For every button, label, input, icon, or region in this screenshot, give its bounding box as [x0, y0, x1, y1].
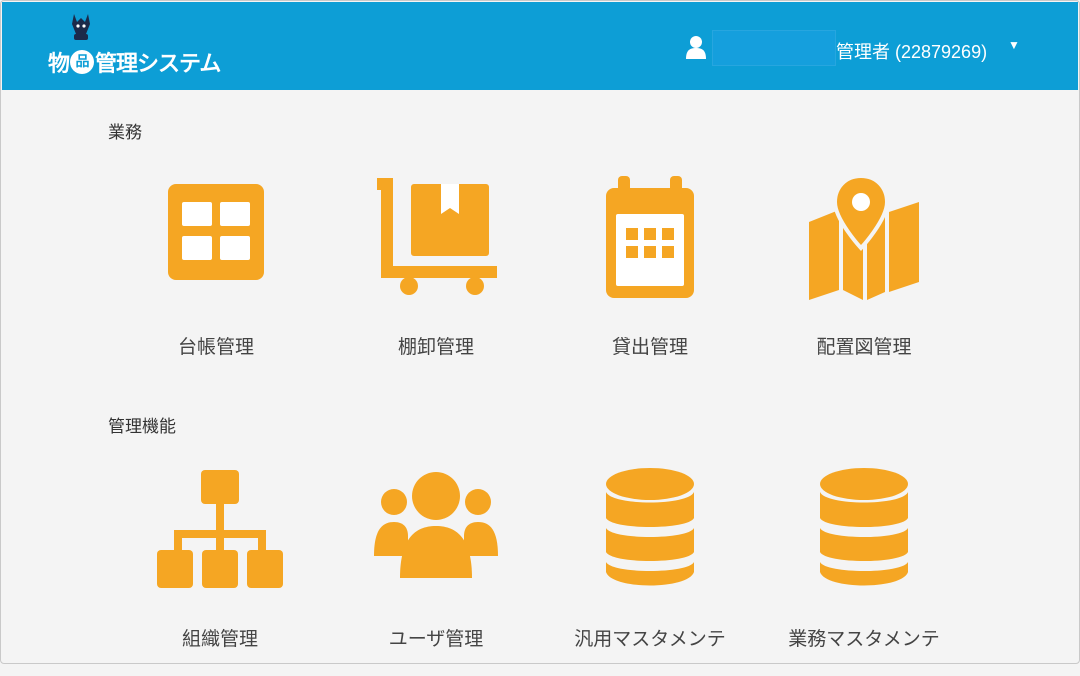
tile-label: 組織管理 [181, 628, 258, 650]
mascot-icon [72, 14, 90, 40]
tile-label: 業務マスタメンテ [788, 628, 940, 650]
user-role-label: 管理者 (22879269) [836, 42, 988, 62]
app-title-prefix: 物 [48, 52, 70, 77]
user-name-redacted [712, 30, 836, 66]
database-icon [606, 468, 694, 586]
user-icon [686, 36, 706, 59]
app-title-badge: 品 [70, 50, 95, 74]
users-group-icon [374, 472, 498, 578]
app-logo[interactable]: 物品管理システム [48, 12, 238, 82]
tile-general-master-maintenance[interactable]: 汎用マスタメンテ [550, 466, 750, 676]
section-title-business: 業務 [108, 123, 142, 143]
tile-label: 配置図管理 [816, 336, 912, 358]
tile-label: 汎用マスタメンテ [574, 628, 726, 650]
tile-user-management[interactable]: ユーザ管理 [336, 466, 536, 676]
database-icon [820, 468, 908, 586]
tile-label: 棚卸管理 [397, 336, 474, 358]
tile-lending-management[interactable]: 貸出管理 [550, 172, 750, 382]
hand-truck-box-icon [377, 178, 497, 295]
tile-ledger-management[interactable]: 台帳管理 [116, 172, 316, 382]
ledger-grid-icon [168, 184, 264, 280]
caret-down-icon: ▼ [1008, 38, 1020, 52]
top-header-bar: 物品管理システム 管理者 (22879269) ▼ [2, 2, 1078, 90]
user-menu-dropdown[interactable]: 管理者 (22879269) ▼ [686, 30, 1026, 66]
app-title: 物品管理システム [48, 46, 221, 78]
tile-business-master-maintenance[interactable]: 業務マスタメンテ [764, 466, 964, 676]
map-pin-icon [809, 173, 919, 300]
app-title-suffix: 管理システム [95, 52, 221, 77]
tile-inventory-management[interactable]: 棚卸管理 [336, 172, 536, 382]
section-title-admin: 管理機能 [108, 417, 176, 437]
tile-label: 貸出管理 [611, 336, 688, 358]
tile-label: ユーザ管理 [388, 628, 484, 650]
tile-organization-management[interactable]: 組織管理 [120, 466, 320, 676]
org-chart-icon [157, 470, 283, 588]
tile-layout-map-management[interactable]: 配置図管理 [764, 172, 964, 382]
calendar-icon [606, 176, 694, 298]
tile-label: 台帳管理 [177, 336, 254, 358]
